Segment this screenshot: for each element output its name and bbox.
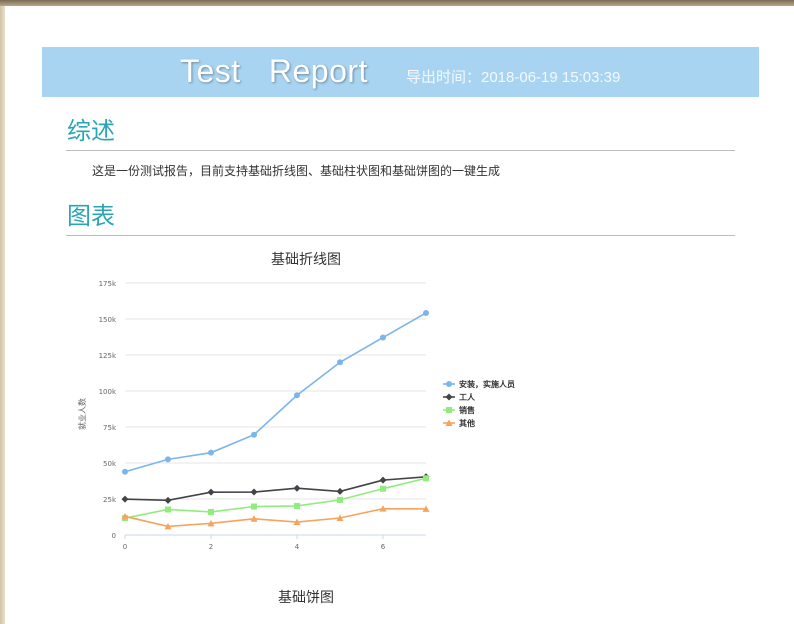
data-point <box>380 334 386 341</box>
legend-label: 销售 <box>459 405 475 415</box>
data-point <box>380 485 386 492</box>
y-tick-label: 25k <box>103 496 117 504</box>
legend-marker <box>446 381 452 387</box>
y-tick-label: 75k <box>103 424 117 432</box>
legend-marker <box>445 393 453 401</box>
x-tick-label: 2 <box>209 543 213 551</box>
data-point <box>122 468 128 475</box>
data-point <box>165 506 171 513</box>
data-point <box>208 508 214 515</box>
data-point <box>208 449 214 456</box>
y-tick-label: 50k <box>103 460 117 468</box>
data-point <box>164 496 172 504</box>
legend-label: 工人 <box>459 392 476 402</box>
x-tick-label: 4 <box>295 543 300 551</box>
data-point <box>250 488 258 496</box>
y-tick-label: 175k <box>99 280 117 288</box>
data-point <box>379 476 387 484</box>
data-point <box>293 484 301 492</box>
y-tick-label: 125k <box>99 352 117 360</box>
line-chart-title: 基础折线图 <box>271 251 341 268</box>
data-point <box>251 431 257 438</box>
legend-marker <box>446 407 452 413</box>
data-point <box>423 309 429 316</box>
data-point <box>165 456 171 463</box>
y-tick-label: 0 <box>112 532 116 540</box>
y-axis-label: 就业人数 <box>77 398 87 430</box>
data-point <box>423 475 429 482</box>
pie-chart-title: 基础饼图 <box>278 590 334 606</box>
data-point <box>121 495 129 503</box>
x-tick-label: 6 <box>381 543 386 551</box>
y-tick-label: 150k <box>99 316 117 324</box>
data-point <box>294 392 300 399</box>
data-point <box>294 502 300 509</box>
x-tick-label: 0 <box>123 543 127 551</box>
data-point <box>251 503 257 510</box>
data-point <box>337 496 343 503</box>
line-chart: 基础折线图 0 25k 50k 75k 100k 125k 150k 175k 0 2 4 6 就业人数 安… <box>77 251 515 551</box>
legend-label: 安装，实施人员 <box>459 379 515 389</box>
y-tick-label: 100k <box>99 388 117 396</box>
data-point <box>336 487 344 495</box>
legend-label: 其他 <box>459 418 475 428</box>
data-point <box>337 359 343 366</box>
data-point <box>207 488 215 496</box>
